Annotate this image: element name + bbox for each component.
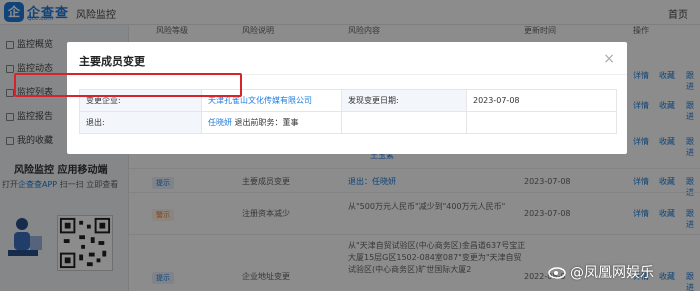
weibo-icon (548, 267, 566, 279)
highlight-box (14, 73, 242, 97)
empty-cell (341, 111, 467, 134)
empty-cell (466, 111, 617, 134)
date-label: 发现变更日期: (341, 89, 467, 112)
member-change-modal: 主要成员变更 × 变更企业: 天津孔雀山文化传媒有限公司 发现变更日期: 202… (67, 42, 627, 154)
exit-role: 退出前职务：董事 (234, 118, 299, 127)
exit-person-link[interactable]: 任晓妍 (208, 118, 232, 127)
date-value: 2023-07-08 (466, 89, 617, 112)
watermark: @凤凰网娱乐 (548, 262, 654, 282)
exit-value: 任晓妍 退出前职务：董事 (201, 111, 342, 134)
close-icon[interactable]: × (603, 51, 615, 67)
exit-label: 退出: (79, 111, 202, 134)
modal-title: 主要成员变更 (79, 55, 145, 68)
